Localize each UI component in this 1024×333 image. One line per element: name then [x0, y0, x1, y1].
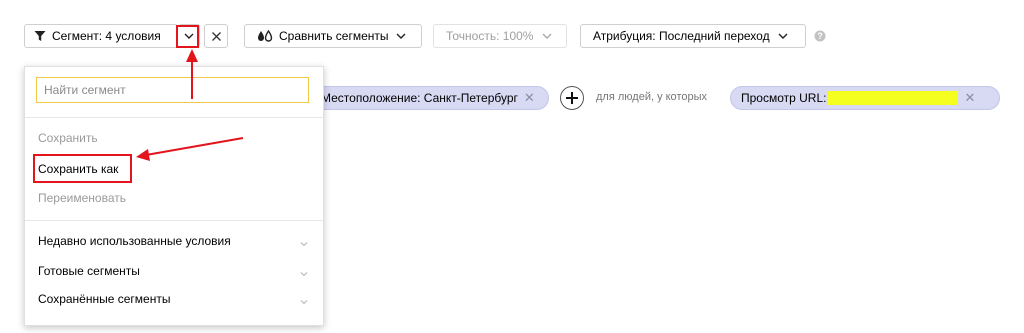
annotation-arrows [136, 49, 244, 161]
